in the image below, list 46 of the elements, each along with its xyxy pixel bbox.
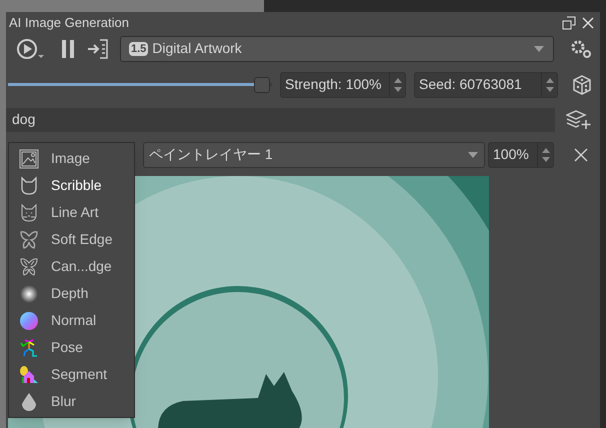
stick-figure-icon bbox=[19, 338, 39, 358]
settings-icon[interactable] bbox=[570, 38, 592, 59]
strength-value: Strength: 100% bbox=[284, 75, 383, 94]
spin-arrows-icon[interactable] bbox=[392, 76, 402, 93]
close-icon[interactable] bbox=[582, 16, 594, 29]
style-name: Digital Artwork bbox=[152, 39, 242, 58]
menu-item[interactable]: Scribble bbox=[9, 172, 134, 199]
house-tree-icon bbox=[19, 364, 39, 384]
spin-arrows-icon[interactable] bbox=[544, 76, 554, 93]
dice-icon[interactable] bbox=[572, 74, 592, 95]
seed-value: Seed: 60763081 bbox=[418, 75, 523, 94]
caret-icon bbox=[533, 44, 545, 53]
menu-item[interactable]: Image bbox=[9, 145, 134, 172]
spin-arrows-icon[interactable] bbox=[540, 146, 550, 163]
menu-item[interactable]: Depth bbox=[9, 280, 134, 307]
sphere-icon bbox=[19, 310, 39, 330]
sphere-icon bbox=[19, 284, 39, 304]
layer-dropdown[interactable]: ペイントレイヤー 1 bbox=[143, 142, 485, 168]
float-icon[interactable] bbox=[562, 16, 576, 30]
control-strength-value: 100% bbox=[492, 145, 530, 164]
menu-item[interactable]: Pose bbox=[9, 334, 134, 361]
drop-icon bbox=[19, 392, 39, 412]
slider-handle[interactable] bbox=[254, 76, 270, 93]
menu-item[interactable]: Line Art bbox=[9, 199, 134, 226]
menu-item[interactable]: Can...dge bbox=[9, 253, 134, 280]
caret-icon bbox=[467, 150, 479, 159]
cat-head-icon bbox=[19, 176, 39, 196]
menu-item[interactable]: Soft Edge bbox=[9, 226, 134, 253]
seed-spinbox[interactable]: Seed: 60763081 bbox=[414, 72, 558, 98]
import-icon[interactable] bbox=[86, 36, 110, 61]
menu-item[interactable]: Segment bbox=[9, 361, 134, 388]
control-strength-spinbox[interactable]: 100% bbox=[488, 142, 554, 168]
window-title: AI Image Generation bbox=[9, 14, 129, 32]
menu-item[interactable]: Normal bbox=[9, 307, 134, 334]
strength-slider[interactable] bbox=[8, 76, 272, 94]
style-dropdown[interactable]: 1.5 Digital Artwork bbox=[120, 36, 554, 62]
strength-spinbox[interactable]: Strength: 100% bbox=[280, 72, 406, 98]
butterfly-icon bbox=[19, 230, 39, 250]
add-layer-icon[interactable] bbox=[566, 108, 592, 131]
cat-head-icon bbox=[19, 202, 39, 222]
prompt-field[interactable]: dog bbox=[6, 108, 555, 132]
image-icon bbox=[19, 148, 39, 168]
close-icon[interactable] bbox=[574, 148, 588, 162]
butterfly-icon bbox=[19, 256, 39, 276]
version-badge: 1.5 bbox=[129, 42, 148, 56]
menu-item[interactable]: Blur bbox=[9, 388, 134, 415]
